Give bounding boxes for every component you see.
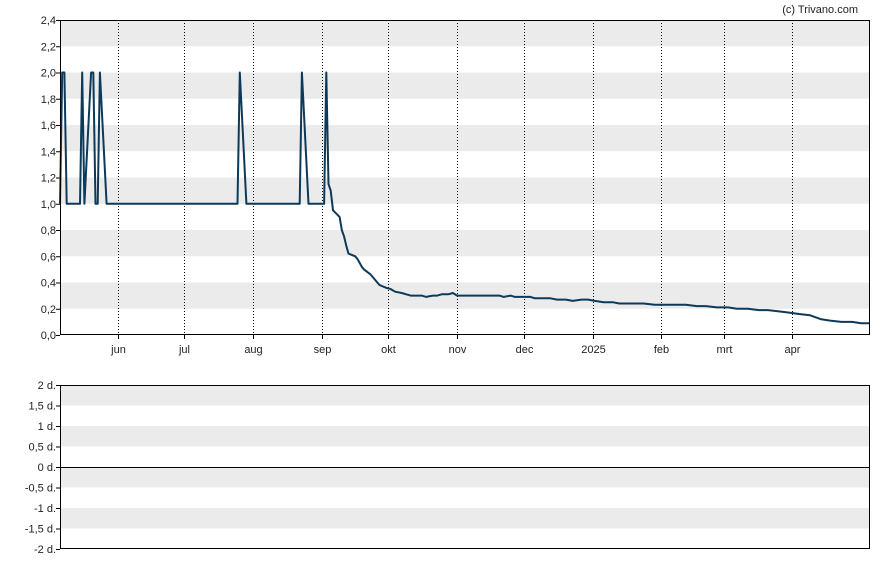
x-tick-label: jul [178,344,190,356]
y-tick-label: 1,5 d. [28,401,56,413]
x-tick-label: sep [314,344,332,356]
band [60,230,870,257]
y-tick-label: 0,8 [41,225,56,237]
y-tick-label: 2 d. [38,380,56,392]
y-tick-label: 0,4 [41,278,56,290]
y-tick-label: 0,2 [41,304,56,316]
band [60,385,870,406]
band [60,508,870,529]
y-tick-label: 1,0 [41,199,56,211]
bottom-chart-bands [60,385,870,529]
band [60,20,870,47]
y-tick-label: 1 d. [38,421,56,433]
y-tick-label: 1,2 [41,173,56,185]
x-tick-label: 2025 [581,344,605,356]
x-tick-label: mrt [717,344,733,356]
chart-canvas: 0,00,20,40,60,81,01,21,41,61,82,02,22,4 … [25,4,870,556]
y-tick-label: -2 d. [34,544,56,556]
y-tick-label: 2,2 [41,41,56,53]
y-tick-label: 1,4 [41,146,56,158]
y-tick-label: 1,6 [41,120,56,132]
y-tick-label: -0,5 d. [25,483,56,495]
y-tick-label: 2,4 [41,15,56,27]
x-tick-label: aug [244,344,262,356]
band [60,467,870,488]
y-tick-label: -1,5 d. [25,524,56,536]
band [60,177,870,204]
band [60,125,870,152]
y-tick-label: -1 d. [34,503,56,515]
y-tick-label: 2,0 [41,68,56,80]
band [60,72,870,99]
x-tick-label: feb [654,344,669,356]
x-tick-label: dec [516,344,534,356]
x-tick-label: apr [785,344,801,356]
y-tick-label: 1,8 [41,94,56,106]
x-tick-label: nov [449,344,467,356]
x-tick-label: okt [381,344,396,356]
band [60,426,870,447]
top-chart-bands [60,20,870,309]
y-tick-label: 0,5 d. [28,442,56,454]
y-tick-label: 0,0 [41,330,56,342]
top-chart-y-axis: 0,0 0,2 0,4 0,6 0,8 1,0 1,2 1,4 1,6 1,8 2,0 2,2 2,4 [41,15,60,342]
top-chart-x-axis: jun jul aug sep okt nov dec 2025 feb mrt apr [110,335,801,356]
x-tick-label: jun [110,344,126,356]
y-tick-label: 0,6 [41,251,56,263]
bottom-chart-y-axis: 2 d. 1,5 d. 1 d. 0,5 d. 0 d. -0,5 d. -1 d. -1,5… [25,380,60,556]
y-tick-label: 0 d. [38,462,56,474]
credit-label: (c) Trivano.com [782,4,858,16]
